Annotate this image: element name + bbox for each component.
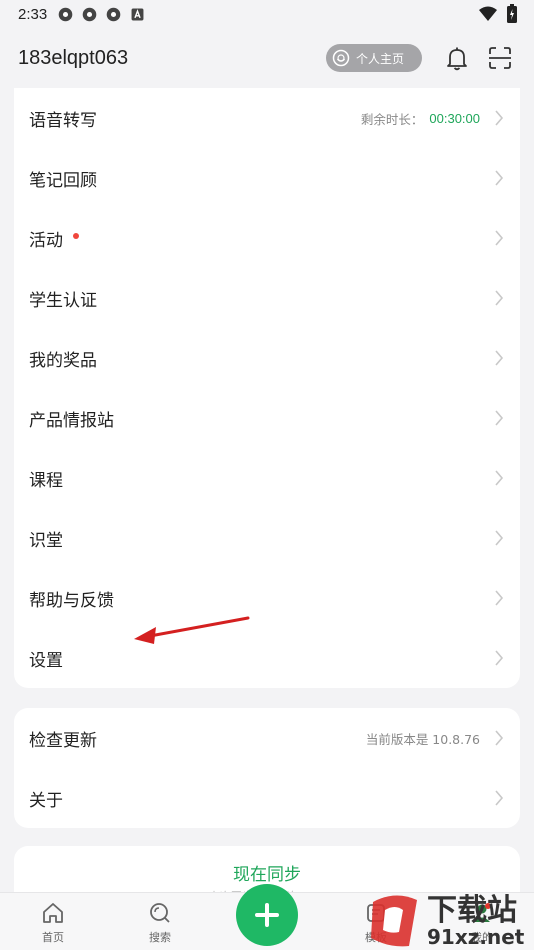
menu-item-label: 笔记回顾: [29, 170, 97, 191]
menu-item-note-review[interactable]: 笔记回顾: [14, 148, 520, 208]
menu-item-label: 设置: [29, 650, 63, 671]
tab-label: 搜索: [149, 931, 171, 944]
menu-item-label: 学生认证: [29, 290, 97, 311]
status-time: 2:33: [18, 5, 48, 23]
menu-item-label: 语音转写: [29, 110, 97, 131]
menu-item-label: 关于: [29, 790, 63, 811]
scan-icon[interactable]: [486, 44, 514, 72]
menu-item-activity[interactable]: 活动: [14, 208, 520, 268]
status-bar: 2:33: [0, 0, 534, 28]
home-icon: [43, 903, 63, 923]
sync-now-button[interactable]: 现在同步: [14, 860, 520, 885]
watermark-logo: 下载站 91xz.net: [371, 893, 525, 949]
menu-item-label: 课程: [29, 470, 63, 491]
profile-home-button[interactable]: 个人主页: [326, 44, 422, 72]
watermark-text: 下载站: [427, 893, 517, 928]
tab-home[interactable]: 首页: [23, 901, 83, 945]
menu-item-check-update[interactable]: 检查更新 当前版本是 10.8.76: [14, 708, 520, 768]
search-icon: [150, 903, 170, 923]
menu-item-label: 帮助与反馈: [29, 590, 114, 611]
chevron-right-icon: [495, 350, 504, 366]
watermark-domain: 91xz.net: [427, 925, 525, 949]
chevron-right-icon: [495, 410, 504, 426]
menu-item-student-verification[interactable]: 学生认证: [14, 268, 520, 328]
chevron-right-icon: [495, 650, 504, 666]
notification-icon: [106, 7, 121, 21]
chevron-right-icon: [495, 170, 504, 186]
plus-icon: [255, 903, 279, 927]
add-note-button[interactable]: [236, 884, 298, 946]
wifi-icon: [479, 6, 497, 21]
menu-item-about[interactable]: 关于: [14, 768, 520, 828]
menu-item-label: 产品情报站: [29, 410, 114, 431]
app-info-card: 检查更新 当前版本是 10.8.76 关于: [14, 708, 520, 828]
menu-item-my-prizes[interactable]: 我的奖品: [14, 328, 520, 388]
chevron-right-icon: [495, 530, 504, 546]
menu-card: 语音转写 剩余时长： 00:30:00 笔记回顾 活动 学生认证 我的奖品 产品…: [14, 88, 520, 688]
menu-item-settings[interactable]: 设置: [14, 628, 520, 688]
menu-item-courses[interactable]: 课程: [14, 448, 520, 508]
chevron-right-icon: [495, 290, 504, 306]
menu-item-shitang[interactable]: 识堂: [14, 508, 520, 568]
bell-icon[interactable]: [443, 44, 471, 72]
battery-icon: [507, 4, 517, 23]
menu-item-voice-transcription[interactable]: 语音转写 剩余时长： 00:30:00: [14, 88, 520, 148]
chevron-right-icon: [495, 110, 504, 126]
chevron-right-icon: [495, 730, 504, 746]
chevron-right-icon: [495, 790, 504, 806]
menu-item-label: 活动: [29, 230, 63, 251]
menu-item-label: 检查更新: [29, 730, 97, 751]
chevron-right-icon: [495, 590, 504, 606]
menu-item-help-feedback[interactable]: 帮助与反馈: [14, 568, 520, 628]
remaining-time: 剩余时长： 00:30:00: [360, 110, 480, 127]
chevron-right-icon: [495, 230, 504, 246]
chevron-right-icon: [495, 470, 504, 486]
new-badge-dot: [73, 233, 79, 239]
notification-icon: [58, 7, 73, 21]
tab-label: 首页: [42, 931, 64, 944]
a-icon: [131, 8, 144, 20]
notification-icon: [82, 7, 97, 21]
smile-icon: [332, 49, 350, 67]
tab-search[interactable]: 搜索: [130, 901, 190, 945]
profile-header: 183elqpt063 个人主页: [0, 28, 534, 88]
current-version: 当前版本是 10.8.76: [365, 731, 480, 747]
menu-item-label: 识堂: [29, 530, 63, 551]
username: 183elqpt063: [18, 46, 129, 69]
menu-item-product-news[interactable]: 产品情报站: [14, 388, 520, 448]
menu-item-label: 我的奖品: [29, 350, 97, 371]
profile-home-label: 个人主页: [356, 51, 405, 66]
